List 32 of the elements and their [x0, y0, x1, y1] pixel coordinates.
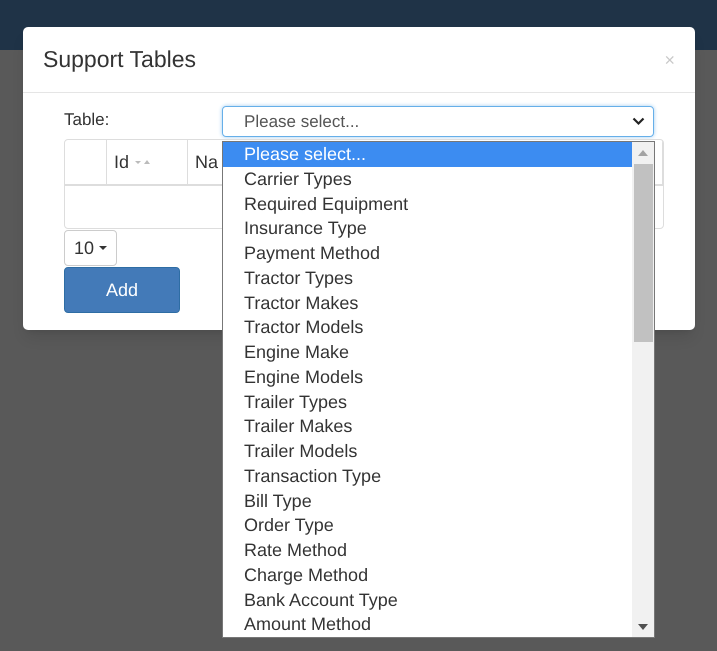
dropdown-option[interactable]: Trailer Types — [223, 390, 632, 414]
dropdown-option[interactable]: Tractor Types — [223, 266, 632, 290]
dropdown-option[interactable]: Bill Type — [223, 488, 632, 514]
field-label: Table: — [64, 109, 110, 131]
chevron-icon — [632, 117, 645, 126]
scroll-up-icon[interactable] — [638, 150, 648, 156]
dropdown-option[interactable]: Required Equipment — [223, 192, 632, 216]
dropdown-option[interactable]: Order Type — [223, 513, 632, 538]
table-select[interactable]: Please select... — [222, 106, 654, 137]
dropdown-option[interactable]: Transaction Type — [223, 464, 632, 488]
scroll-thumb[interactable] — [634, 164, 652, 342]
dropdown-option[interactable]: Carrier Types — [223, 166, 632, 192]
scrollbar[interactable] — [632, 142, 654, 637]
dropdown-option[interactable]: Tractor Models — [223, 315, 632, 340]
dropdown-option[interactable]: Charge Method — [223, 562, 632, 588]
column-header[interactable]: Id — [107, 140, 188, 184]
page-size-button[interactable]: 10 — [64, 230, 117, 266]
dropdown-option[interactable]: Tractor Makes — [223, 290, 632, 316]
sort-icon — [135, 159, 152, 165]
dropdown-option[interactable]: Payment Method — [223, 241, 632, 266]
dialog-title: Support Tables — [43, 45, 196, 74]
dropdown-option[interactable]: Engine Make — [223, 340, 632, 365]
scroll-down-icon[interactable] — [638, 624, 648, 630]
dropdown-option[interactable]: Trailer Makes — [223, 414, 632, 439]
dropdown-option[interactable]: Engine Models — [223, 364, 632, 390]
dropdown-option[interactable]: Bank Account Type — [223, 588, 632, 612]
dropdown-option[interactable]: Rate Method — [223, 538, 632, 563]
dropdown-option[interactable]: Trailer Models — [223, 439, 632, 464]
add-button[interactable]: Add — [64, 267, 180, 313]
dropdown-option[interactable]: Insurance Type — [223, 216, 632, 241]
dropdown-option[interactable]: Amount Method — [223, 612, 632, 637]
caret-icon — [99, 246, 108, 250]
